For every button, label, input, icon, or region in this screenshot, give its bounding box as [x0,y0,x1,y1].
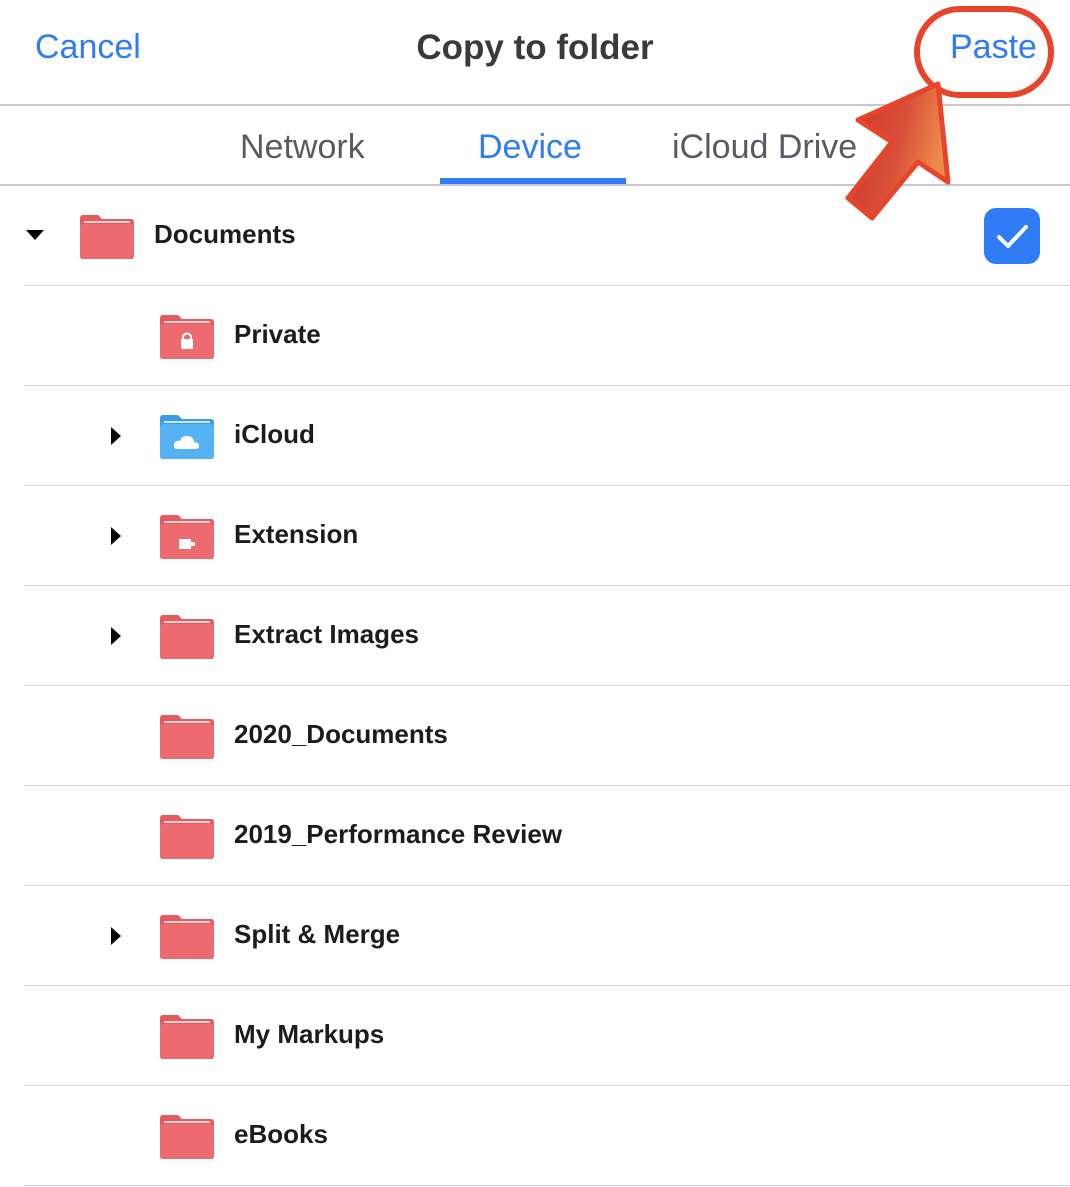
folder-row-documents[interactable]: Documents [24,186,1070,286]
folder-label: 2020_Documents [234,719,448,749]
folder-row-2019-performance-review[interactable]: 2019_Performance Review [24,786,1070,886]
folder-label: Private [234,319,321,349]
folder-icon [160,715,214,759]
copy-to-folder-screen: Cancel Copy to folder Paste Network Devi… [0,0,1070,1187]
folder-row-extract-images[interactable]: Extract Images [24,586,1070,686]
folder-icon [160,815,214,859]
folder-row-my-markups[interactable]: My Markups [24,986,1070,1086]
location-tabs: Network Device iCloud Drive [0,106,1070,186]
folder-icon [160,1015,214,1059]
chevron-right-icon[interactable] [110,426,122,446]
lock-folder-icon [160,315,214,359]
chevron-right-icon[interactable] [110,526,122,546]
folder-row-ebooks[interactable]: eBooks [24,1086,1070,1186]
folder-label: Extension [234,519,359,549]
folder-row-2020-documents[interactable]: 2020_Documents [24,686,1070,786]
folder-row-private[interactable]: Private [24,286,1070,386]
tab-device[interactable]: Device [478,128,582,167]
folder-label: My Markups [234,1019,385,1049]
navigation-bar: Cancel Copy to folder Paste [0,0,1070,106]
chevron-right-icon[interactable] [110,626,122,646]
paste-button[interactable]: Paste [950,28,1037,67]
folder-icon [80,215,134,259]
cloud-folder-icon [160,415,214,459]
selected-tab-indicator [440,178,626,184]
checkmark-icon [997,225,1028,248]
folder-label: 2019_Performance Review [234,819,563,849]
folder-row-split-merge[interactable]: Split & Merge [24,886,1070,986]
page-title: Copy to folder [416,28,654,67]
folder-label: Documents [154,219,296,249]
folder-row-extension[interactable]: Extension [24,486,1070,586]
folder-icon [160,915,214,959]
chevron-down-icon[interactable] [24,228,46,242]
folder-row-icloud[interactable]: iCloud [24,386,1070,486]
folder-icon [160,615,214,659]
folder-icon [160,1115,214,1159]
extension-folder-icon [160,515,214,559]
selected-checkbox[interactable] [984,208,1040,264]
tab-icloud-drive[interactable]: iCloud Drive [672,128,857,167]
folder-label: Extract Images [234,619,419,649]
tab-network[interactable]: Network [240,128,365,167]
folder-label: Split & Merge [234,919,401,949]
folder-label: eBooks [234,1119,328,1149]
folder-label: iCloud [234,419,315,449]
chevron-right-icon[interactable] [110,926,122,946]
